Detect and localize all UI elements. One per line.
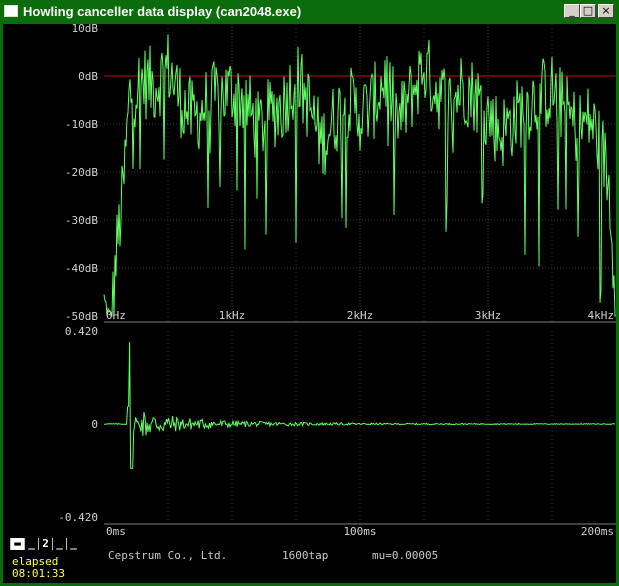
- company-name: Cepstrum Co., Ltd.: [108, 549, 228, 562]
- mode-tab-3[interactable]: 2: [38, 538, 52, 550]
- impulse-plot: 0.420 0 -0.420 0ms 100ms 200ms: [58, 325, 616, 538]
- spectrum-y-tick-label: 0dB: [78, 70, 98, 83]
- impulse-x-tick-label: 100ms: [343, 525, 376, 538]
- impulse-y-tick-label: -0.420: [58, 511, 98, 524]
- spectrum-plot: 10dB 0dB -10dB -20dB -30dB -40dB -50dB 0Hz 1kHz…: [65, 22, 616, 323]
- spectrum-y-tick-label: -50dB: [65, 310, 98, 323]
- impulse-x-tick-label: 0ms: [106, 525, 126, 538]
- mu-value: mu=0.00005: [372, 549, 439, 562]
- spectrum-y-tick-label: 10dB: [72, 22, 99, 35]
- plots-canvas: 10dB 0dB -10dB -20dB -30dB -40dB -50dB 0Hz 1kHz…: [58, 22, 616, 538]
- spectrum-x-tick-label: 0Hz: [106, 309, 126, 322]
- mode-tab-1[interactable]: ▬: [10, 538, 24, 550]
- impulse-x-tick-label: 200ms: [581, 525, 614, 538]
- spectrum-x-tick-label: 1kHz: [219, 309, 246, 322]
- spectrum-x-tick-label: 3kHz: [475, 309, 502, 322]
- mode-tab-4[interactable]: _: [52, 538, 66, 550]
- impulse-y-tick-label: 0.420: [65, 325, 98, 338]
- spectrum-x-tick-label: 2kHz: [347, 309, 374, 322]
- mode-tab-5[interactable]: _: [66, 538, 80, 550]
- spectrum-x-tick-label: 4kHz: [588, 309, 615, 322]
- mode-tabs: ▬ _ 2 _ _: [10, 538, 80, 551]
- spectrum-y-tick-label: -40dB: [65, 262, 98, 275]
- impulse-series-line: [103, 342, 616, 469]
- elapsed-time: 08:01:33: [12, 567, 65, 580]
- elapsed-panel: elapsed 08:01:33: [12, 556, 65, 580]
- mode-tab-2[interactable]: _: [24, 538, 38, 550]
- spectrum-y-tick-label: -10dB: [65, 118, 98, 131]
- spectrum-y-tick-label: -20dB: [65, 166, 98, 179]
- spectrum-y-tick-label: -30dB: [65, 214, 98, 227]
- tap-count: 1600tap: [282, 549, 329, 562]
- impulse-y-tick-label: 0: [91, 418, 98, 431]
